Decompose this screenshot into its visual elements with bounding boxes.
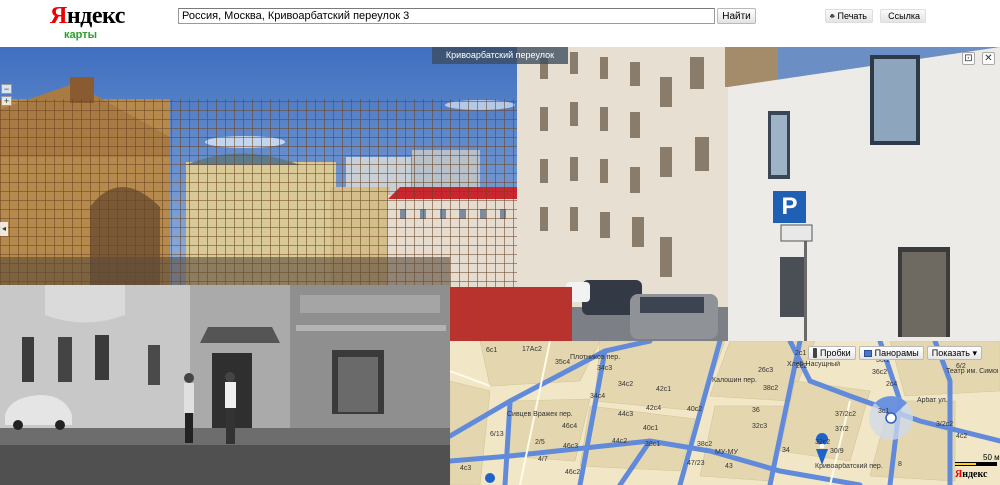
traffic-button[interactable]: Пробки bbox=[808, 346, 856, 360]
map-label: 37/2с2 bbox=[835, 411, 857, 418]
map-label: Хлеб Насущный bbox=[787, 361, 841, 368]
map-label: 35с4 bbox=[555, 359, 571, 366]
zoom-out-button[interactable]: − bbox=[1, 84, 12, 94]
map-label: 38с2 bbox=[763, 385, 779, 392]
map-label: Театр им. Симонова bbox=[946, 368, 998, 375]
map-label: 8 bbox=[898, 461, 902, 468]
map-label: 44с3 bbox=[618, 411, 634, 418]
historic-photo-image bbox=[0, 285, 450, 485]
map-label: 37/2 bbox=[835, 426, 849, 433]
red-fence bbox=[450, 287, 572, 341]
map[interactable]: 17Ас2 6с1 35с4 34с3 34с2 42с1 34с4 44с3 42с4 40с2… bbox=[450, 341, 1000, 485]
map-yandex-logo: Яндекс bbox=[955, 469, 988, 480]
white-building bbox=[728, 47, 1000, 341]
arrow-left-icon[interactable]: ◂ bbox=[0, 222, 8, 236]
map-label: 34с2 bbox=[618, 381, 634, 388]
map-label: 26с3 bbox=[758, 367, 774, 374]
parking-sign-label: P bbox=[781, 193, 798, 220]
map-label: 2/5 bbox=[535, 439, 545, 446]
scale-label: 50 м bbox=[983, 453, 1000, 462]
metro-icon bbox=[485, 473, 495, 483]
print-button[interactable]: Печать bbox=[825, 9, 873, 23]
map-label: 44с2 bbox=[612, 438, 628, 445]
show-dropdown[interactable]: Показать ▾ bbox=[926, 346, 983, 360]
map-label: 38с1 bbox=[645, 441, 661, 448]
map-label: Арбат ул. bbox=[917, 397, 948, 404]
map-label: Кривоарбатский пер. bbox=[815, 463, 883, 470]
map-label: 34с3 bbox=[597, 365, 613, 372]
maps-service-label[interactable]: карты bbox=[64, 29, 97, 42]
map-label: 34с4 bbox=[590, 393, 606, 400]
map-label: Сивцев Вражек пер. bbox=[507, 411, 573, 418]
map-label: 3/2с2 bbox=[936, 421, 954, 428]
map-label: 4/7 bbox=[538, 456, 548, 463]
traffic-label: Пробки bbox=[820, 348, 851, 358]
map-label: 32с3 bbox=[752, 423, 768, 430]
panoramas-button[interactable]: Панорамы bbox=[858, 346, 924, 360]
map-label: 6с1 bbox=[486, 347, 498, 354]
panoramas-label: Панорамы bbox=[874, 348, 919, 358]
map-label: 32с2 bbox=[815, 439, 831, 446]
map-label: 4с3 bbox=[460, 465, 472, 472]
map-label: 43 bbox=[725, 463, 733, 470]
map-label: 42с1 bbox=[656, 386, 672, 393]
map-label: 34 bbox=[782, 447, 790, 454]
search-button[interactable]: Найти bbox=[717, 8, 756, 24]
link-label: Ссылка bbox=[888, 11, 920, 21]
map-label: 6/13 bbox=[490, 431, 504, 438]
map-label: 4с2 bbox=[956, 433, 968, 440]
map-label: Плотников пер. bbox=[570, 354, 621, 361]
map-label: 46с3 bbox=[563, 443, 579, 450]
map-label: 3с1 bbox=[878, 408, 890, 415]
print-label: Печать bbox=[837, 11, 867, 21]
printer-icon bbox=[830, 13, 835, 19]
map-label: 30/9 bbox=[830, 448, 844, 455]
map-label: 42с4 bbox=[646, 405, 662, 412]
panorama-icon bbox=[863, 349, 872, 357]
header: Яндекс карты Найти Печать Ссылка bbox=[0, 0, 1000, 47]
yandex-logo[interactable]: Яндекс bbox=[50, 3, 125, 29]
map-label: Калошин пер. bbox=[712, 377, 757, 384]
link-button[interactable]: Ссылка bbox=[880, 9, 926, 23]
search-input[interactable] bbox=[178, 8, 715, 24]
show-label: Показать ▾ bbox=[931, 348, 978, 358]
expand-icon[interactable]: ⊡ bbox=[962, 52, 975, 65]
historic-photo bbox=[0, 285, 450, 485]
street-name-label: Кривоарбатский переулок bbox=[432, 47, 568, 64]
map-label: МУ-МУ bbox=[715, 449, 738, 456]
map-label: 38с2 bbox=[697, 441, 713, 448]
map-label: 2с4 bbox=[886, 381, 898, 388]
map-label: 40с1 bbox=[643, 425, 659, 432]
map-label: 40с2 bbox=[687, 406, 703, 413]
apartment-building bbox=[517, 47, 742, 307]
traffic-icon bbox=[813, 348, 817, 358]
map-label: 46с2 bbox=[565, 469, 581, 476]
map-label: 2с1 bbox=[795, 350, 807, 357]
map-label: 36 bbox=[752, 407, 760, 414]
map-label: 47/23 bbox=[687, 460, 705, 467]
zoom-in-button[interactable]: + bbox=[1, 96, 12, 106]
map-label: 17Ас2 bbox=[522, 346, 542, 353]
map-controls: Пробки Панорамы Показать ▾ bbox=[808, 346, 983, 360]
close-icon[interactable]: ✕ bbox=[982, 52, 995, 65]
map-label: 46с4 bbox=[562, 423, 578, 430]
map-label: 36с2 bbox=[872, 369, 888, 376]
